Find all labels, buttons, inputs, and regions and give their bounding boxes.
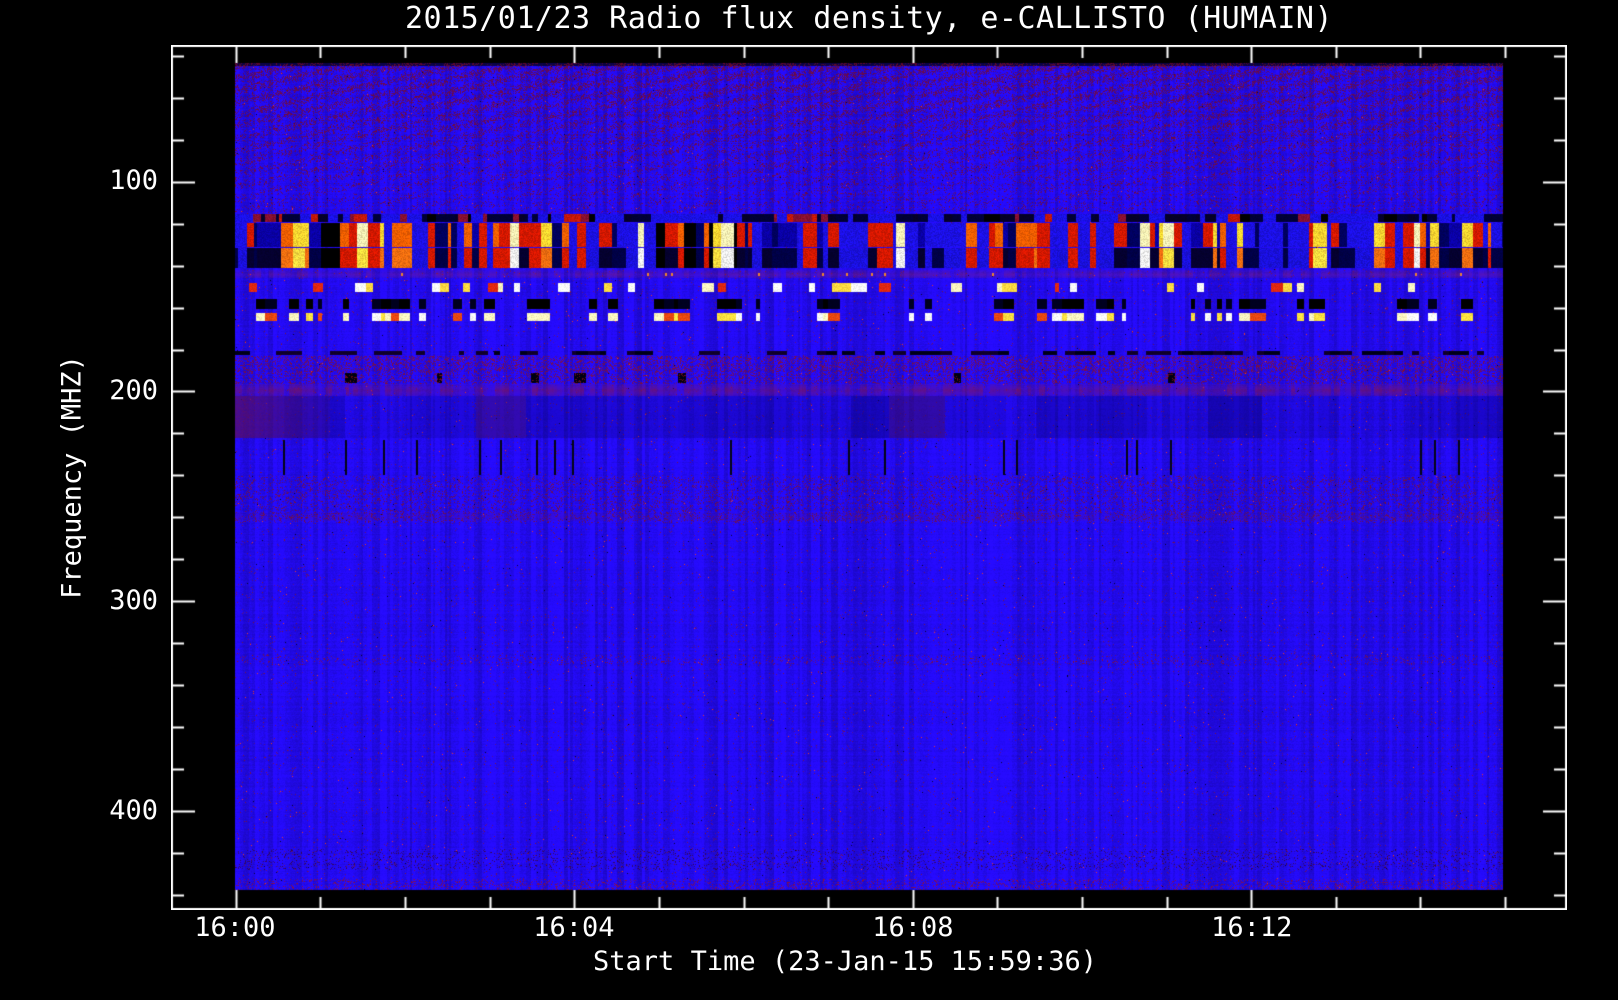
x-tick-label: 16:00 — [194, 912, 276, 943]
y-tick-label: 300 — [109, 585, 158, 617]
y-tick-label: 200 — [109, 375, 158, 407]
y-tick-label: 100 — [109, 165, 158, 197]
x-tick-label: 16:04 — [533, 912, 615, 943]
y-tick-label: 400 — [109, 795, 158, 827]
x-tick-label: 16:08 — [872, 912, 954, 943]
spectrogram-figure: 2015/01/23 Radio flux density, e-CALLIST… — [0, 0, 1618, 1000]
chart-title: 2015/01/23 Radio flux density, e-CALLIST… — [404, 1, 1334, 36]
x-axis-label: Start Time (23-Jan-15 15:59:36) — [593, 946, 1097, 977]
spectrogram-canvas — [171, 45, 1567, 910]
x-tick-label: 16:12 — [1211, 912, 1293, 943]
